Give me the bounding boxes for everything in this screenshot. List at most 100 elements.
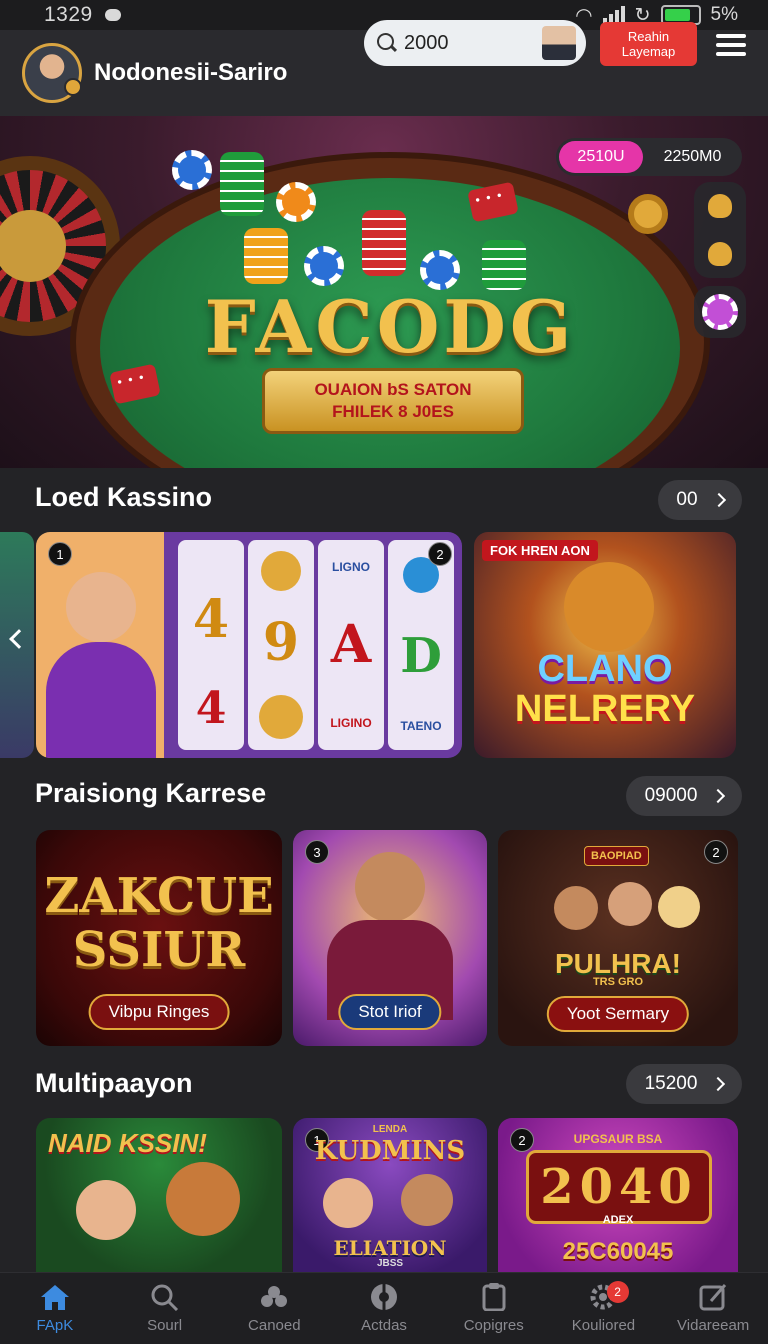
card-subtitle: ADEX — [602, 1214, 634, 1226]
character-image — [76, 1180, 136, 1240]
reel-symbol: 4 — [195, 682, 227, 734]
chip-stack-icon — [220, 152, 264, 216]
cards-icon — [261, 1286, 288, 1307]
game-card[interactable]: BAOPIAD 2 PULHRA! TRS GRO Yoot Sermary — [498, 830, 738, 1046]
game-card[interactable]: 1 LENDA KUDMINS ELIATION JBSS — [293, 1118, 487, 1272]
nav-item-cards[interactable]: Canoed — [219, 1273, 329, 1344]
hero-ribbon-line1: OUAION bS SATON — [314, 380, 472, 399]
card-badge: BAOPIAD — [584, 846, 649, 866]
slot-reel: LIGNO A LIGINO — [318, 540, 384, 750]
card-rank-badge: 1 — [48, 542, 72, 566]
slot-reels: 4 4 9 LIGNO A LIGINO D TAENO — [170, 532, 462, 758]
character-image — [608, 882, 652, 926]
chip-icon — [276, 182, 316, 222]
notification-icon — [104, 9, 121, 21]
chip-stack-icon — [244, 228, 288, 284]
slot-reel: 4 4 — [178, 540, 244, 750]
section-more-button[interactable]: 09000 — [626, 776, 742, 816]
status-time: 1329 — [44, 3, 93, 26]
game-card[interactable]: NAID KSSIN! — [36, 1118, 282, 1272]
deposit-button[interactable]: Reahin Layemap — [600, 22, 697, 66]
nav-item-home[interactable]: FApK — [0, 1273, 110, 1344]
hero-ribbon-line2: FHILEK 8 J0ES — [332, 402, 454, 421]
card-title-line1: KUDMINS — [314, 1136, 466, 1166]
nav-item-search[interactable]: Sourl — [110, 1273, 220, 1344]
nav-item-activities[interactable]: Actdas — [329, 1273, 439, 1344]
nav-label: Sourl — [147, 1317, 183, 1334]
reel-symbol: A — [330, 614, 372, 676]
chip-stack-icon — [362, 210, 406, 276]
section-more-count: 00 — [676, 489, 698, 510]
nav-label: FApK — [36, 1317, 74, 1334]
chevron-left-icon — [9, 629, 29, 649]
section-title-live-casino: Loed Kassino — [35, 482, 213, 512]
search-icon — [151, 1284, 178, 1311]
chip-button[interactable] — [694, 286, 746, 338]
chip-stack-icon — [482, 240, 526, 290]
balance-tab-secondary[interactable]: 2250M0 — [643, 148, 742, 166]
wifi-icon: ◠ — [575, 4, 593, 27]
nav-item-edit[interactable]: Vidareeam — [658, 1273, 768, 1344]
hamburger-menu-icon[interactable] — [716, 34, 746, 56]
trophy-icon[interactable] — [708, 242, 732, 266]
section-more-count: 15200 — [644, 1073, 698, 1094]
avatar[interactable] — [22, 43, 82, 103]
chevron-right-icon — [711, 492, 726, 508]
deposit-button-line1: Reahin — [627, 29, 670, 44]
section-more-count: 09000 — [644, 785, 698, 806]
game-card-featured[interactable]: FOK HREN AON CLANO NELRERY — [474, 532, 736, 758]
game-card[interactable]: 3 Stot Iriof — [293, 830, 487, 1046]
tiger-image — [166, 1162, 240, 1236]
section-more-button[interactable]: 15200 — [626, 1064, 742, 1104]
character-image — [66, 572, 136, 642]
card-subtitle: JBSS — [376, 1258, 404, 1269]
chip-icon — [172, 150, 212, 190]
card-title-line2: ELIATION — [333, 1236, 447, 1260]
nav-item-clipboard[interactable]: Copigres — [439, 1273, 549, 1344]
game-card[interactable]: ZAKCUE SSIUR Vibpu Ringes — [36, 830, 282, 1046]
hero-side-panel — [694, 182, 746, 278]
balance-tab-primary[interactable]: 2510U — [559, 141, 643, 173]
card-title-line1: 25C60045 — [562, 1238, 674, 1265]
casino-chip-icon — [371, 1284, 398, 1310]
jackpot-digits: 2040 — [540, 1159, 698, 1215]
card-title-line2: NELRERY — [514, 688, 696, 730]
nav-label: Vidareeam — [677, 1317, 750, 1334]
nav-label: Kouliored — [571, 1317, 636, 1334]
slot-reel: D TAENO — [388, 540, 454, 750]
trophy-icon[interactable] — [708, 194, 732, 218]
search-value: 2000 — [404, 31, 449, 54]
balance-toggle[interactable]: 2510U 2250M0 — [556, 138, 742, 176]
vip-badge-icon — [64, 78, 82, 96]
card-tag: FOK HREN AON — [482, 540, 598, 561]
notification-badge: 2 — [606, 1281, 629, 1303]
card-rank-badge: 3 — [305, 840, 329, 864]
nav-item-settings[interactable]: Kouliored 2 — [549, 1273, 659, 1344]
search-icon — [376, 32, 398, 54]
side-drawer-tab[interactable] — [0, 532, 34, 758]
reel-label: TAENO — [400, 718, 442, 733]
username: Nodonesii-Sariro — [94, 59, 288, 86]
game-card[interactable]: 2 UPGSAUR BSA 2040 ADEX 25C60045 — [498, 1118, 738, 1272]
jackpot-display: 2040 — [526, 1150, 712, 1224]
card-title-line1: CLANO — [537, 648, 673, 690]
nav-label: Copigres — [463, 1317, 524, 1334]
battery-percent: 5% — [710, 4, 738, 25]
edit-icon — [699, 1284, 727, 1311]
card-banner: Vibpu Ringes — [88, 994, 230, 1030]
coin-icon — [261, 550, 301, 591]
reel-symbol: 4 — [192, 588, 230, 650]
card-title-line1: NAID KSSIN! — [48, 1128, 207, 1158]
card-title-line1: ZAKCUE — [44, 868, 274, 924]
profile-thumbnail[interactable] — [542, 26, 576, 60]
section-more-button[interactable]: 00 — [658, 480, 742, 520]
hero-ribbon: OUAION bS SATON FHILEK 8 J0ES — [262, 368, 524, 434]
bottom-navigation: FApK Sourl Canoed Actdas Copigres Koulio… — [0, 1272, 768, 1344]
card-banner: Yoot Sermary — [546, 996, 690, 1032]
search-input[interactable]: 2000 — [364, 20, 586, 66]
slot-reel: 9 — [248, 540, 314, 750]
card-rank-badge: 2 — [428, 542, 452, 566]
card-title-line2: SSIUR — [72, 922, 246, 978]
clipboard-icon — [482, 1283, 506, 1311]
game-card-slots[interactable]: 4 4 9 LIGNO A LIGINO D TAENO 1 2 — [36, 532, 462, 758]
